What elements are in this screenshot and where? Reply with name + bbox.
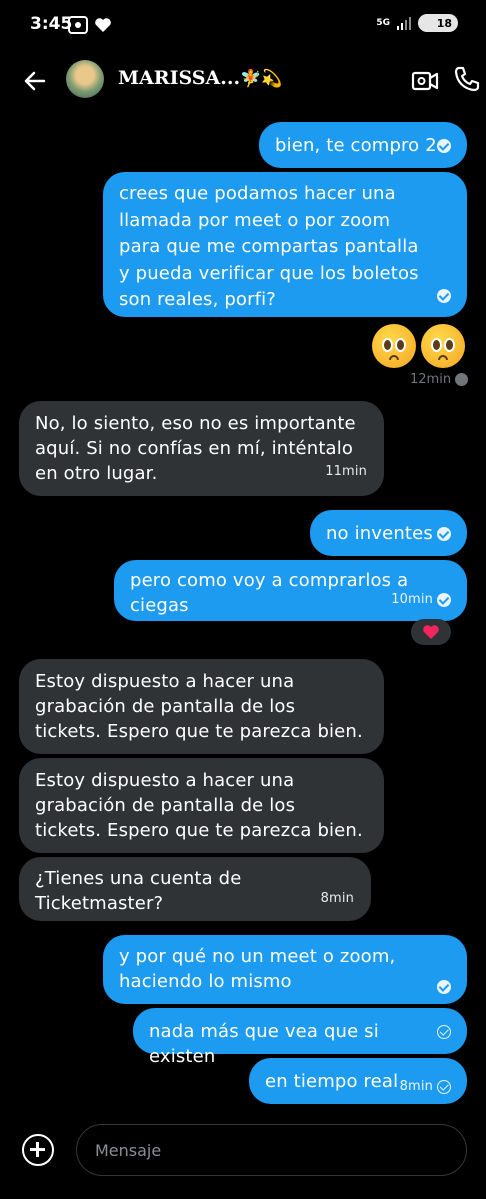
read-check-icon [455, 373, 469, 386]
heart-notification-icon [95, 18, 111, 32]
screenshot-icon [68, 16, 88, 34]
message-bubble-outgoing[interactable]: y por qué no un meet o zoom, haciendo lo… [103, 935, 467, 1004]
phone-icon[interactable] [452, 64, 482, 94]
contact-name[interactable]: MARISSA...🧚💫 [118, 67, 282, 89]
message-bubble-outgoing[interactable]: no inventes [310, 510, 467, 556]
read-check-icon [437, 139, 451, 153]
message-timestamp: 12min [410, 372, 469, 387]
sent-status [437, 1025, 451, 1039]
message-bubble-outgoing[interactable]: en tiempo real 8min [249, 1058, 467, 1104]
avatar[interactable] [66, 60, 104, 98]
read-status [437, 527, 451, 541]
video-icon[interactable] [410, 66, 440, 96]
chat-header: MARISSA...🧚💫 [0, 58, 486, 104]
status-bar: 3:45 5G 18 [0, 0, 486, 50]
pleading-face-emoji [421, 324, 465, 368]
sent-check-icon [437, 1079, 451, 1094]
message-timestamp: 8min [320, 891, 354, 906]
read-status [437, 980, 451, 994]
read-check-icon [437, 592, 451, 607]
read-check-icon [437, 527, 451, 541]
read-check-icon [437, 289, 451, 303]
status-time: 3:45 [30, 14, 73, 34]
message-timestamp: 11min [325, 464, 367, 479]
add-circle-icon[interactable] [22, 1134, 54, 1166]
back-arrow-icon[interactable] [20, 66, 50, 96]
message-timestamp: 10min [391, 587, 451, 612]
message-reaction[interactable]: ❤️ [411, 619, 451, 645]
signal-icon [397, 17, 411, 30]
status-right-icons: 5G 18 [376, 14, 458, 32]
pleading-face-emoji [372, 324, 416, 368]
message-bubble-outgoing[interactable]: pero como voy a comprarlos a ciegas 10mi… [114, 560, 467, 621]
status-notification-icons [68, 16, 112, 34]
message-composer [0, 1124, 486, 1176]
message-bubble-outgoing[interactable]: nada más que vea que si existen [133, 1008, 467, 1067]
sent-check-icon [437, 1025, 451, 1039]
message-bubble-outgoing[interactable]: bien, te compro 2 [259, 122, 467, 168]
name-emojis: 🧚💫 [240, 69, 283, 89]
heart-icon [423, 625, 439, 639]
read-status [437, 289, 451, 303]
message-bubble-incoming[interactable]: ¿Tienes una cuenta de Ticketmaster? 8min [19, 857, 371, 921]
read-status [437, 139, 451, 153]
message-bubble-incoming[interactable]: Estoy dispuesto a hacer una grabación de… [19, 758, 384, 853]
message-input[interactable] [76, 1124, 467, 1176]
message-bubble-incoming[interactable]: Estoy dispuesto a hacer una grabación de… [19, 659, 384, 754]
message-bubble-outgoing[interactable]: crees que podamos hacer una llamada por … [103, 172, 467, 317]
read-check-icon [437, 980, 451, 994]
message-timestamp: 8min [400, 1074, 451, 1099]
network-type: 5G [376, 18, 390, 28]
message-bubble-incoming[interactable]: No, lo siento, eso no es importante aquí… [19, 401, 384, 496]
battery-indicator: 18 [418, 14, 458, 32]
